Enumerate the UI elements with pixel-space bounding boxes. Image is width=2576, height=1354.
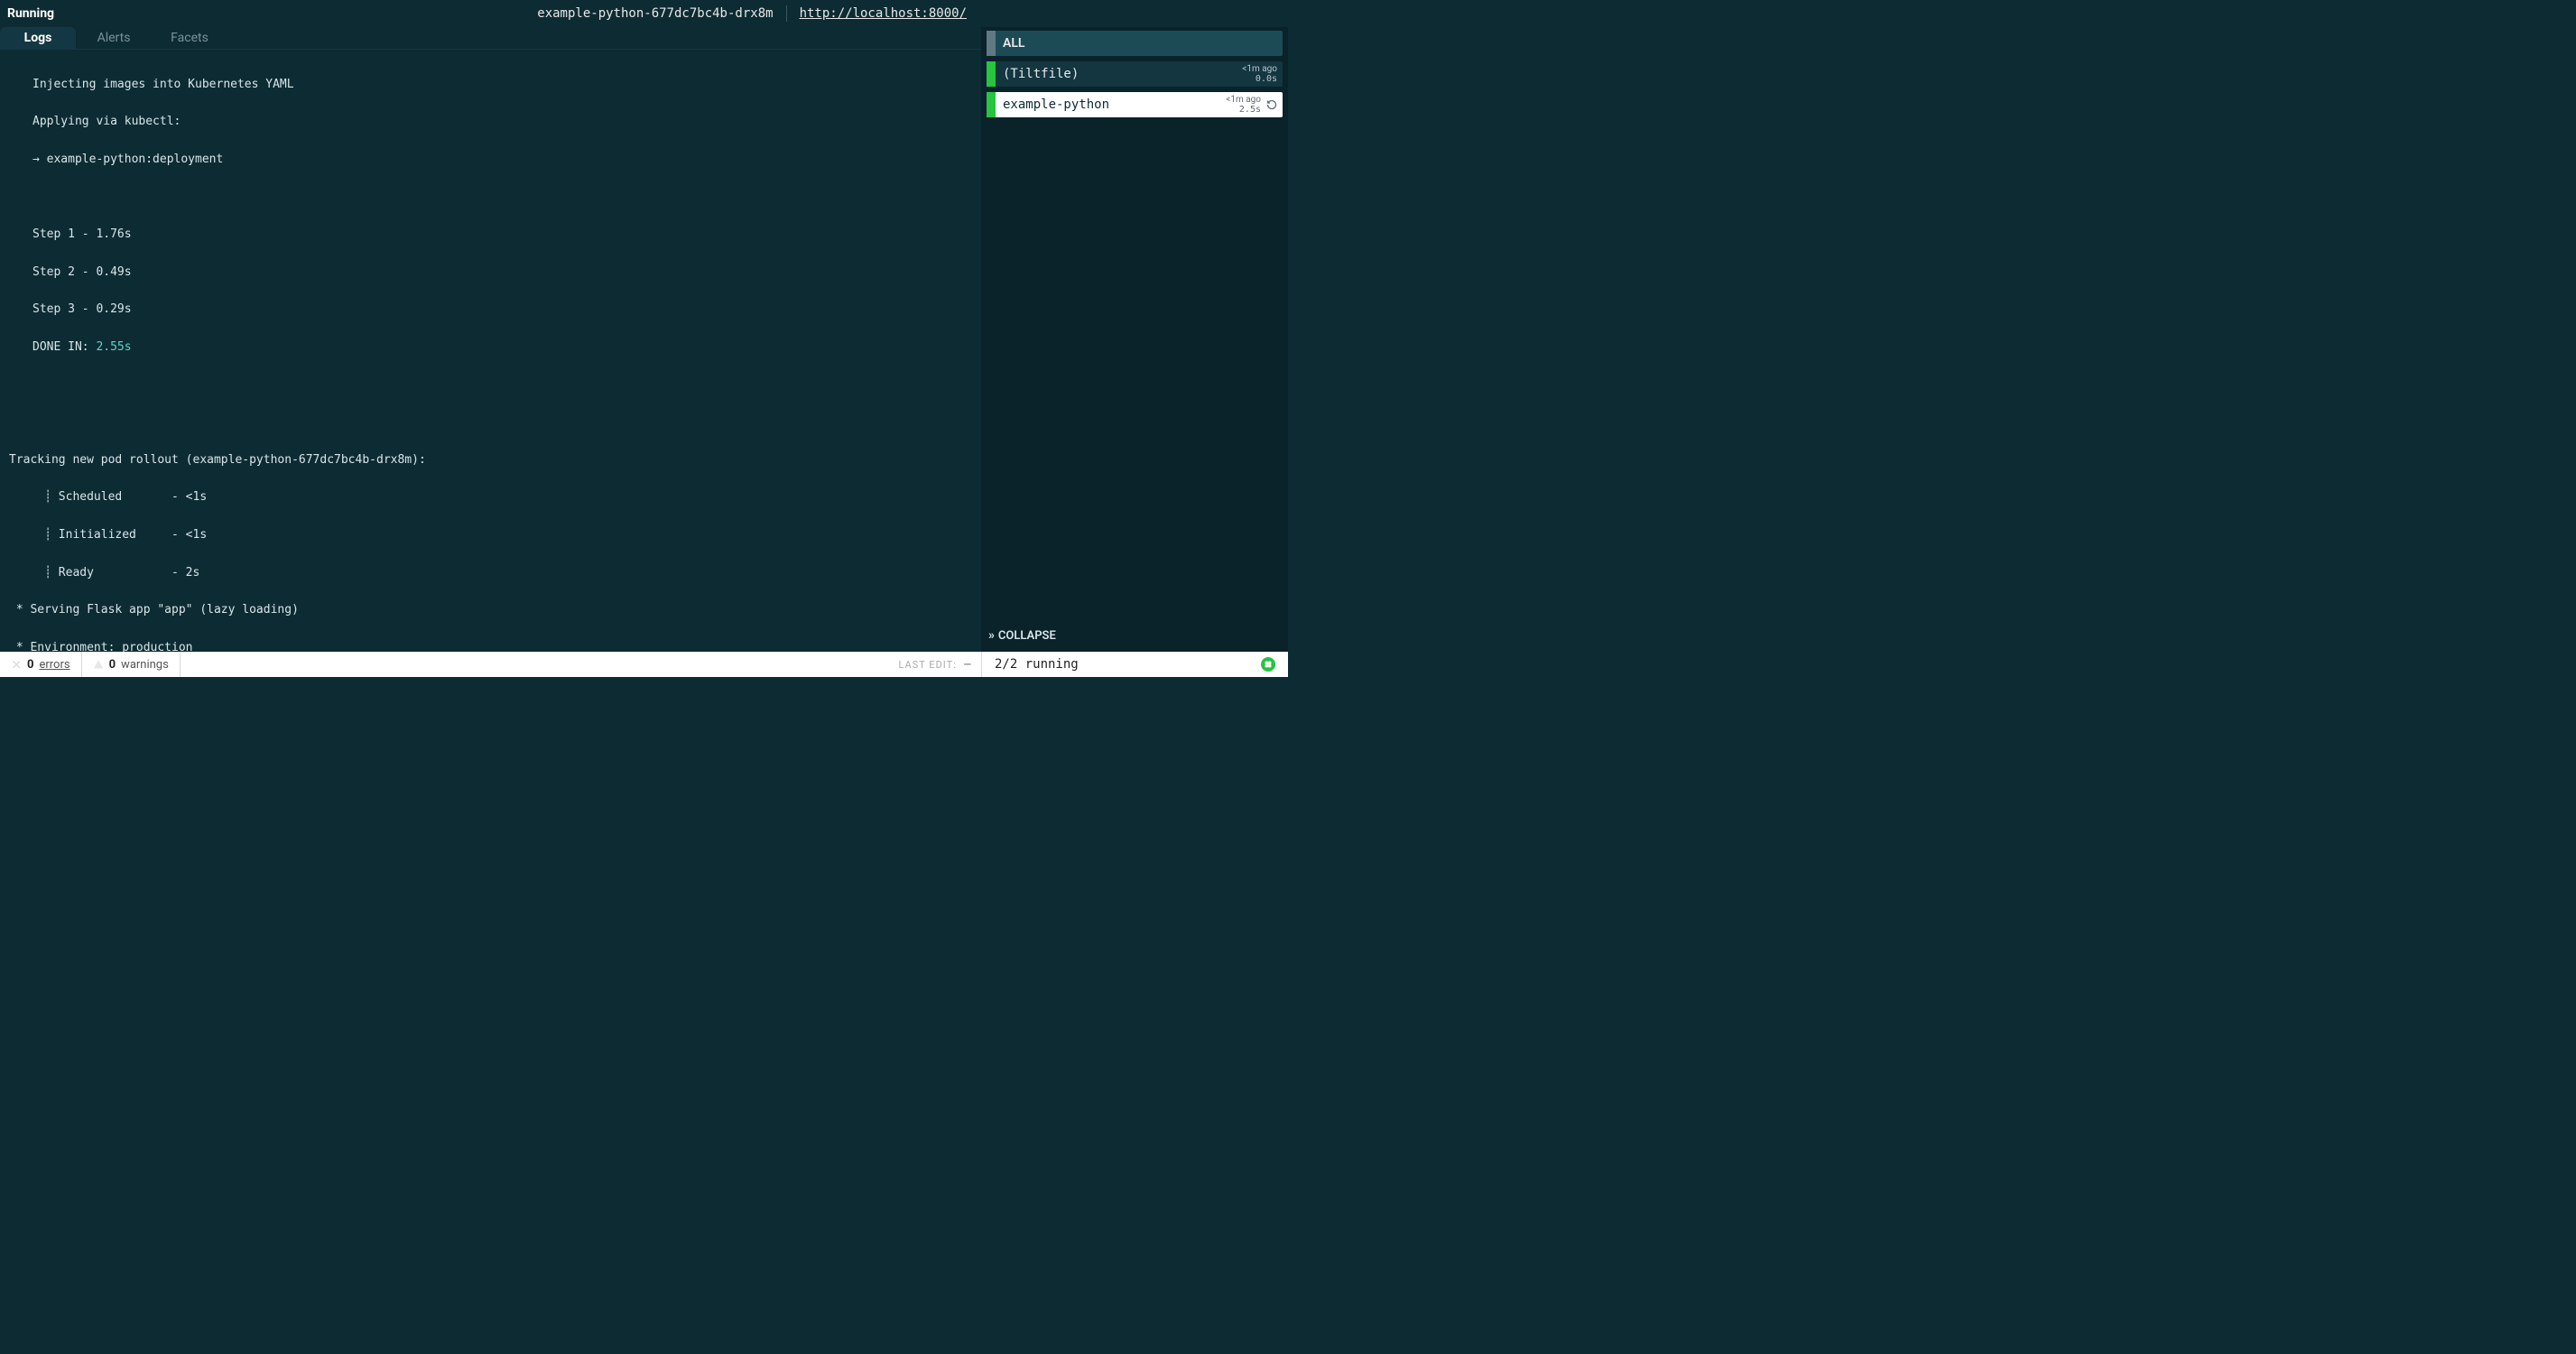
warnings-count: 0 (109, 658, 116, 672)
resource-meta: <1m ago 2.5s (1226, 95, 1261, 115)
resource-name: example-python (1003, 97, 1226, 112)
last-edit-value: — (964, 659, 972, 671)
refresh-icon[interactable] (1266, 99, 1277, 110)
tab-logs[interactable]: Logs (0, 27, 76, 49)
main-pane: Logs Alerts Facets Injecting images into… (0, 27, 981, 652)
log-content: Injecting images into Kubernetes YAML Ap… (9, 57, 972, 652)
error-icon (11, 659, 22, 670)
statusbar: 0 errors 0 warnings LAST EDIT: — 2/2 run… (0, 652, 1288, 677)
endpoint-link[interactable]: http://localhost:8000/ (800, 6, 967, 21)
running-segment: 2/2 running (981, 652, 1288, 677)
pod-name: example-python-677dc7bc4b-drx8m (537, 6, 773, 21)
resource-name: ALL (1003, 36, 1277, 51)
status-label: Running (7, 6, 54, 21)
running-count: 2/2 running (995, 657, 1079, 672)
tab-alerts[interactable]: Alerts (76, 27, 152, 49)
resource-age: <1m ago (1242, 64, 1277, 74)
collapse-label: COLLAPSE (998, 629, 1056, 643)
chevron-right-icon: » (988, 628, 993, 643)
header-divider (786, 5, 787, 22)
sidebar-item-example-python[interactable]: example-python <1m ago 2.5s (987, 92, 1283, 117)
log-pane[interactable]: Injecting images into Kubernetes YAML Ap… (0, 49, 981, 652)
warning-icon (93, 659, 104, 670)
status-stripe (987, 31, 996, 56)
tabs: Logs Alerts Facets (0, 27, 981, 49)
body: Logs Alerts Facets Injecting images into… (0, 27, 1288, 652)
sidebar: ALL (Tiltfile) <1m ago 0.0s example-pyth… (981, 27, 1288, 652)
last-edit-label: LAST EDIT: (899, 659, 957, 671)
sidebar-item-tiltfile[interactable]: (Tiltfile) <1m ago 0.0s (987, 61, 1283, 87)
resource-duration: 0.0s (1256, 74, 1277, 84)
tab-facets[interactable]: Facets (152, 27, 227, 49)
errors-count: 0 (27, 658, 33, 672)
resource-duration: 2.5s (1239, 105, 1261, 115)
status-stripe (987, 61, 996, 87)
statusbar-right: LAST EDIT: — 2/2 running (899, 652, 1288, 677)
warnings-segment[interactable]: 0 warnings (82, 652, 181, 677)
errors-segment[interactable]: 0 errors (0, 652, 82, 677)
resource-meta: <1m ago 0.0s (1242, 64, 1277, 84)
status-ok-icon (1261, 657, 1275, 672)
status-stripe (987, 92, 996, 117)
errors-label: errors (39, 658, 69, 672)
warnings-label: warnings (121, 658, 169, 672)
header-right: example-python-677dc7bc4b-drx8m http://l… (537, 5, 1281, 22)
sidebar-item-all[interactable]: ALL (987, 31, 1283, 56)
resource-age: <1m ago (1226, 95, 1261, 105)
last-edit: LAST EDIT: — (899, 659, 981, 671)
collapse-button[interactable]: » COLLAPSE (987, 625, 1283, 646)
header: Running example-python-677dc7bc4b-drx8m … (0, 0, 1288, 27)
resource-name: (Tiltfile) (1003, 67, 1242, 81)
